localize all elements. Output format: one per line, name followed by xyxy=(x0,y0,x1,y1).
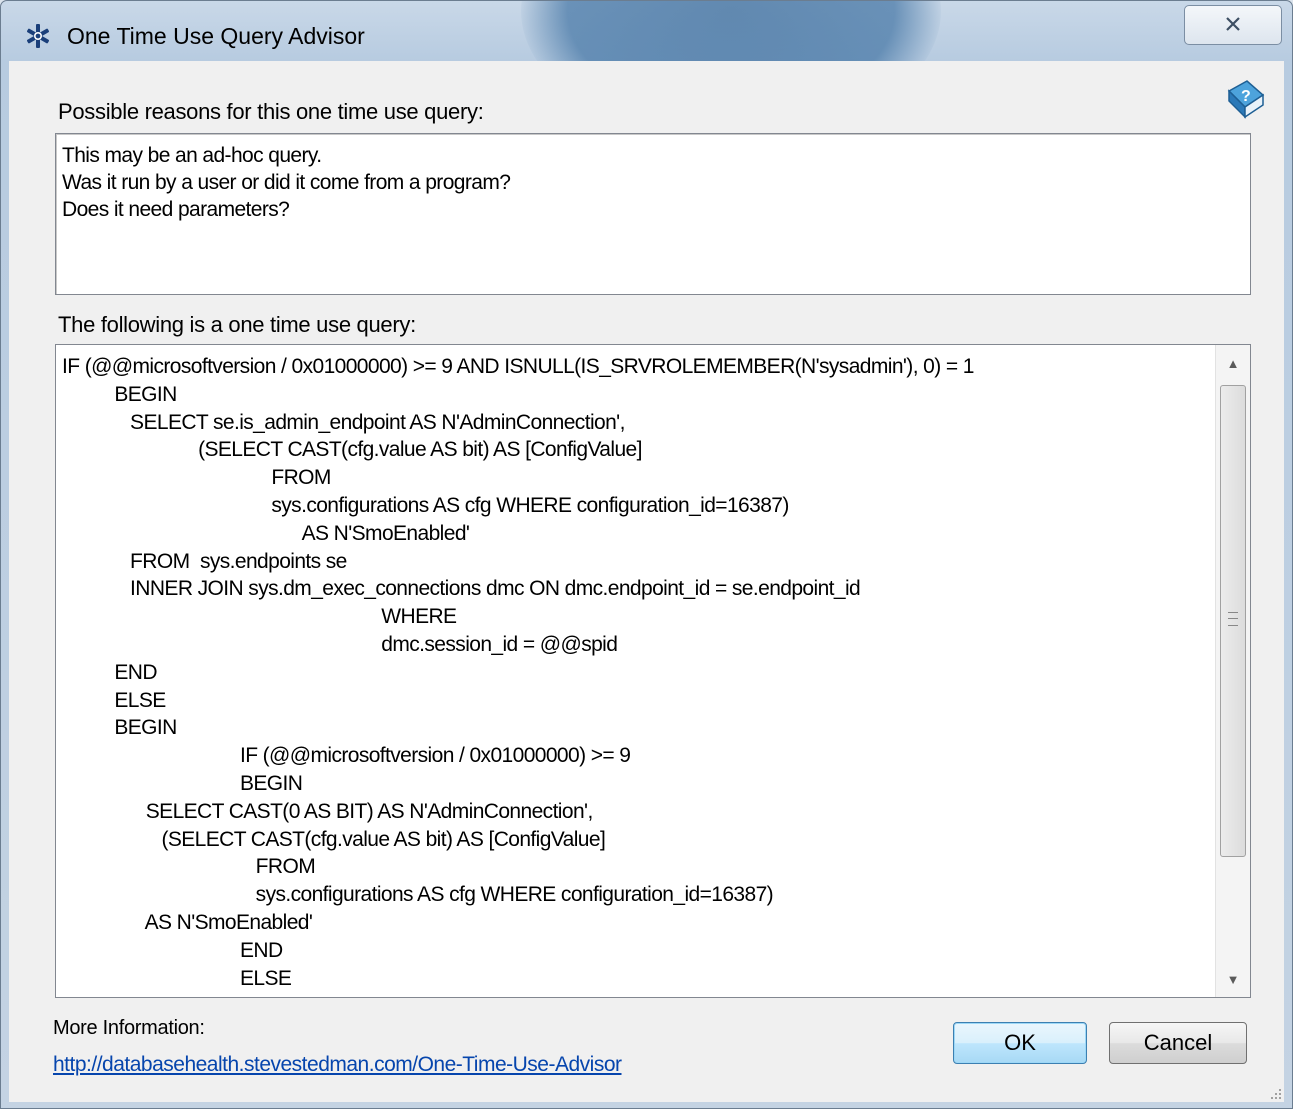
window-title: One Time Use Query Advisor xyxy=(67,23,365,49)
query-line: IF (@@microsoftversion / 0x01000000) >= … xyxy=(62,355,974,378)
ok-button[interactable]: OK xyxy=(953,1022,1087,1064)
asterisk-star-icon xyxy=(25,23,51,49)
more-info-link[interactable]: http://databasehealth.stevestedman.com/O… xyxy=(53,1053,622,1077)
query-line: BEGIN xyxy=(62,716,177,740)
query-line: (SELECT CAST(cfg.value AS bit) AS [Confi… xyxy=(62,438,642,462)
reason-line: Does it need parameters? xyxy=(62,198,290,221)
title-bar[interactable]: One Time Use Query Advisor xyxy=(1,1,1292,61)
query-line: SELECT CAST(0 AS BIT) AS N'AdminConnecti… xyxy=(62,799,594,823)
scrollbar-thumb[interactable] xyxy=(1220,385,1246,857)
triangle-up-icon: ▲ xyxy=(1226,355,1240,371)
query-line: AS N'SmoEnabled' xyxy=(62,521,470,545)
query-line: IF (@@microsoftversion / 0x01000000) >= … xyxy=(62,744,631,768)
query-line: FROM xyxy=(62,855,316,879)
close-button[interactable] xyxy=(1184,5,1282,45)
query-line: END xyxy=(62,660,157,684)
scroll-up-button[interactable]: ▲ xyxy=(1216,345,1250,381)
query-line: FROM sys.endpoints se xyxy=(62,549,347,573)
query-line: sys.configurations AS cfg WHERE configur… xyxy=(62,883,774,907)
close-icon xyxy=(1225,11,1241,39)
query-line: BEGIN xyxy=(62,771,303,795)
query-line: (SELECT CAST(cfg.value AS bit) AS [Confi… xyxy=(62,827,606,851)
dialog-body: ? Possible reasons for this one time use… xyxy=(9,61,1284,1102)
query-line: SELECT se.is_admin_endpoint AS N'AdminCo… xyxy=(62,410,625,434)
query-line: BEGIN xyxy=(62,382,177,406)
dialog-window: One Time Use Query Advisor ? Possible re… xyxy=(0,0,1293,1109)
more-info-label: More Information: xyxy=(53,1017,205,1039)
query-line: END xyxy=(62,938,283,962)
reasons-textbox[interactable]: This may be an ad-hoc query. Was it run … xyxy=(55,133,1251,295)
grip-lines-icon xyxy=(1228,612,1238,626)
query-line: ELSE xyxy=(62,688,166,712)
resize-grip-icon[interactable] xyxy=(1268,1086,1282,1100)
query-line: FROM xyxy=(62,466,331,490)
query-label: The following is a one time use query: xyxy=(58,312,416,337)
query-line: dmc.session_id = @@spid xyxy=(62,632,618,656)
scroll-down-button[interactable]: ▼ xyxy=(1216,961,1250,997)
query-line: WHERE xyxy=(62,605,457,629)
query-textbox[interactable]: IF (@@microsoftversion / 0x01000000) >= … xyxy=(55,344,1251,998)
query-line: sys.configurations AS cfg WHERE configur… xyxy=(62,493,789,517)
query-text: IF (@@microsoftversion / 0x01000000) >= … xyxy=(62,353,1212,992)
help-book-icon[interactable]: ? xyxy=(1221,77,1267,123)
reasons-label: Possible reasons for this one time use q… xyxy=(58,99,484,124)
query-line: AS N'SmoEnabled' xyxy=(62,910,313,934)
triangle-down-icon: ▼ xyxy=(1226,971,1240,987)
cancel-button[interactable]: Cancel xyxy=(1109,1022,1247,1064)
query-line: ELSE xyxy=(62,966,292,990)
query-line: INNER JOIN sys.dm_exec_connections dmc O… xyxy=(62,577,861,601)
svg-text:?: ? xyxy=(1241,88,1251,105)
query-scrollbar[interactable]: ▲ ▼ xyxy=(1215,345,1250,997)
reason-line: Was it run by a user or did it come from… xyxy=(62,171,511,194)
reason-line: This may be an ad-hoc query. xyxy=(62,144,322,167)
